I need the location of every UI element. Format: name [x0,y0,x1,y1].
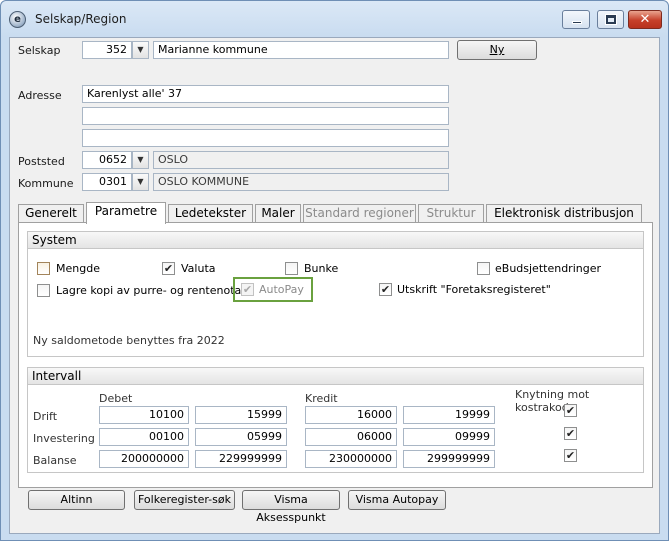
tab-bar: Generelt Parametre Ledetekster Maler Sta… [18,202,653,224]
investering-knytning-checkbox[interactable]: ✔ [564,427,577,440]
bunke-label: Bunke [304,262,339,275]
valuta-checkbox[interactable]: ✔ [162,262,175,275]
maximize-icon [605,14,617,25]
postal-code-field[interactable]: 0652 [82,151,132,169]
interval-group: Intervall Debet Kredit Knytning mot kost… [27,367,644,473]
new-company-button[interactable]: Ny [457,40,537,60]
bunke-checkbox[interactable] [285,262,298,275]
ebudsjettendringer-label: eBudsjettendringer [495,262,601,275]
drift-kredit-to-field[interactable]: 19999 [403,406,495,424]
investering-debet-to-field[interactable]: 05999 [195,428,287,446]
maximize-button[interactable] [597,10,624,29]
close-button[interactable]: ✕ [628,10,662,29]
tab-struktur: Struktur [418,204,484,222]
balanse-knytning-checkbox[interactable]: ✔ [564,449,577,462]
company-label: Selskap [18,44,61,57]
title-bar[interactable]: e Selskap/Region ✕ [1,1,668,37]
new-company-button-label: Ny [489,43,505,56]
municipality-label: Kommune [18,177,74,190]
postal-label: Poststed [18,155,65,168]
altinn-button[interactable]: Altinn [28,490,125,510]
drift-kredit-from-field[interactable]: 16000 [305,406,397,424]
drift-label: Drift [33,410,58,423]
parametre-panel: System Mengde ✔ Valuta Bunke eBudsjetten… [18,222,653,488]
autopay-checkbox: ✔ [241,283,254,296]
visma-aksesspunkt-button[interactable]: Visma Aksesspunkt [242,490,340,524]
municipality-name-field: OSLO KOMMUNE [153,173,449,191]
tab-parametre[interactable]: Parametre [86,202,166,224]
saldo-note: Ny saldometode benyttes fra 2022 [33,334,225,347]
address-line1-field[interactable]: Karenlyst alle' 37 [82,85,449,103]
balanse-label: Balanse [33,454,77,467]
balanse-debet-to-field[interactable]: 229999999 [195,450,287,468]
municipality-code-field[interactable]: 0301 [82,173,132,191]
drift-knytning-checkbox[interactable]: ✔ [564,404,577,417]
close-icon: ✕ [639,12,651,27]
main-window: e Selskap/Region ✕ Selskap 352 ▼ Mariann… [0,0,669,541]
form-area: Selskap 352 ▼ Marianne kommune Ny Adress… [9,37,660,534]
checkmark-icon: ✔ [163,262,174,275]
chevron-down-icon: ▼ [137,45,144,54]
tab-maler[interactable]: Maler [255,204,301,222]
system-heading: System [28,232,643,249]
window-title: Selskap/Region [35,12,127,26]
company-name-field[interactable]: Marianne kommune [153,41,449,59]
investering-kredit-to-field[interactable]: 09999 [403,428,495,446]
balanse-kredit-to-field[interactable]: 299999999 [403,450,495,468]
ebudsjettendringer-checkbox[interactable] [477,262,490,275]
checkmark-icon: ✔ [565,449,576,462]
minimize-icon [572,21,582,24]
folkeregister-search-button[interactable]: Folkeregister-søk [134,490,235,510]
chevron-down-icon: ▼ [137,177,144,186]
autopay-label: AutoPay [259,283,304,296]
address-line2-field[interactable] [82,107,449,125]
drift-debet-from-field[interactable]: 10100 [99,406,189,424]
checkmark-icon: ✔ [242,283,253,296]
address-label: Adresse [18,89,62,102]
knytning-label: Knytning mot kostrakode [515,388,590,414]
company-code-field[interactable]: 352 [82,41,132,59]
system-group: System Mengde ✔ Valuta Bunke eBudsjetten… [27,231,644,357]
postal-name-field: OSLO [153,151,449,169]
checkmark-icon: ✔ [565,427,576,440]
tab-elektronisk-distribusjon[interactable]: Elektronisk distribusjon [486,204,642,222]
investering-kredit-from-field[interactable]: 06000 [305,428,397,446]
drift-debet-to-field[interactable]: 15999 [195,406,287,424]
utskrift-foretaksregisteret-label: Utskrift "Foretaksregisteret" [397,283,551,296]
chevron-down-icon: ▼ [137,155,144,164]
investering-label: Investering [33,432,95,445]
valuta-label: Valuta [181,262,216,275]
tab-standard-regioner: Standard regioner [303,204,416,222]
mengde-checkbox[interactable] [37,262,50,275]
utskrift-foretaksregisteret-checkbox[interactable]: ✔ [379,283,392,296]
debet-label: Debet [99,392,133,405]
municipality-dropdown-button[interactable]: ▼ [132,173,149,191]
minimize-button[interactable] [562,10,590,29]
app-logo-icon: e [9,11,26,28]
company-dropdown-button[interactable]: ▼ [132,41,149,59]
checkmark-icon: ✔ [565,404,576,417]
investering-debet-from-field[interactable]: 00100 [99,428,189,446]
tab-generelt[interactable]: Generelt [18,204,84,222]
postal-dropdown-button[interactable]: ▼ [132,151,149,169]
balanse-debet-from-field[interactable]: 200000000 [99,450,189,468]
address-line3-field[interactable] [82,129,449,147]
interval-heading: Intervall [28,368,643,385]
mengde-label: Mengde [56,262,100,275]
lagre-kopi-checkbox[interactable] [37,284,50,297]
visma-autopay-button[interactable]: Visma Autopay [348,490,446,510]
tab-ledetekster[interactable]: Ledetekster [168,204,253,222]
checkmark-icon: ✔ [380,283,391,296]
lagre-kopi-label: Lagre kopi av purre- og rentenota [56,284,242,297]
balanse-kredit-from-field[interactable]: 230000000 [305,450,397,468]
kredit-label: Kredit [305,392,338,405]
